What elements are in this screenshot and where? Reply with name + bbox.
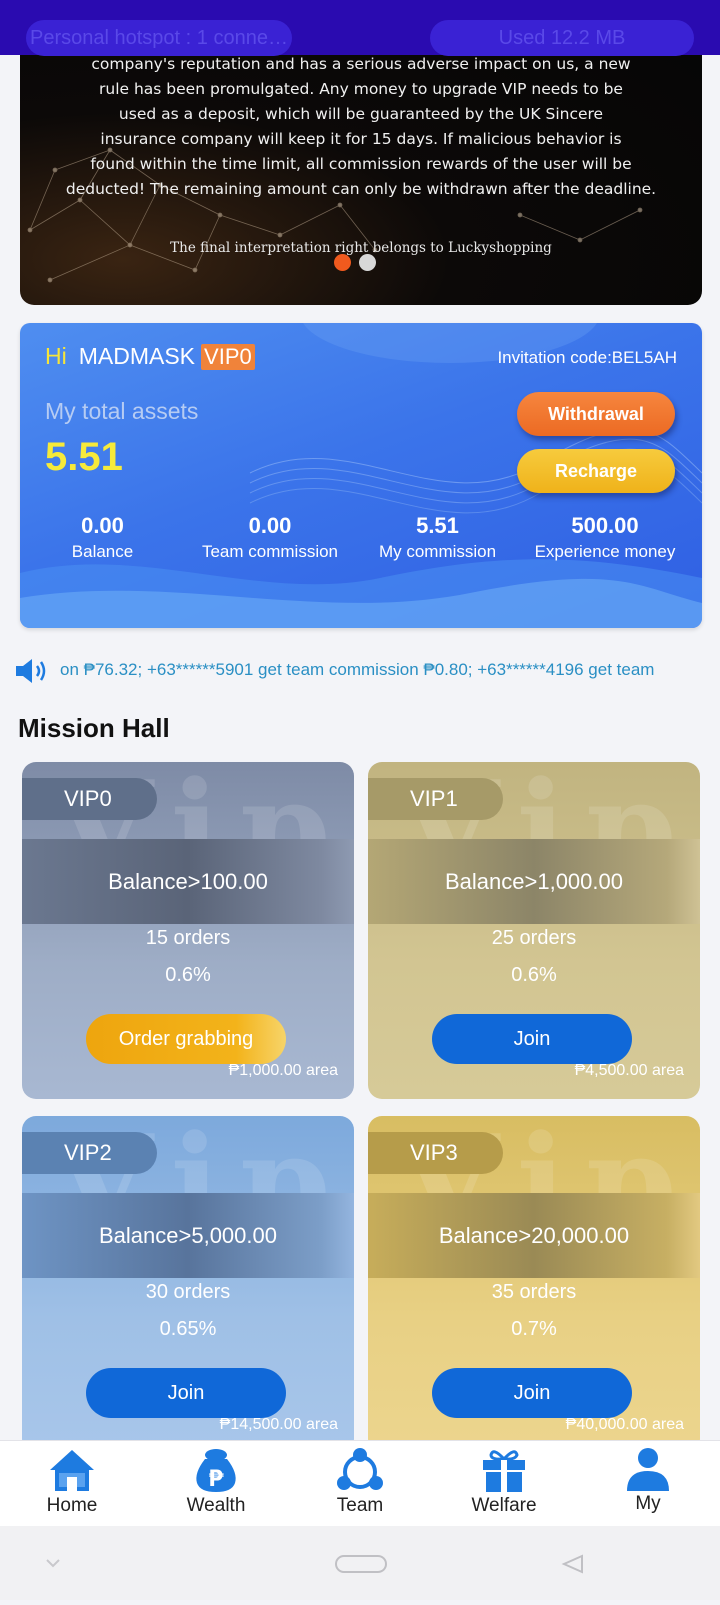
system-navigation-bar — [0, 1526, 720, 1600]
hotspot-pill[interactable]: Personal hotspot : 1 conne… — [26, 20, 292, 56]
nav-label: Wealth — [186, 1495, 246, 1516]
announcement-line: deducted! The remaining amount can only … — [65, 180, 657, 198]
vip-tag: VIP3 — [368, 1132, 503, 1174]
area-amount: ₱14,500.00 area — [219, 1416, 338, 1433]
order-grabbing-button[interactable]: Order grabbing — [86, 1014, 286, 1064]
join-button[interactable]: Join — [432, 1368, 632, 1418]
bottom-navigation: Home ₱ Wealth Team Welfare My — [0, 1440, 720, 1526]
stat-value: 500.00 — [571, 513, 639, 538]
system-nav-buttons — [46, 1554, 583, 1574]
svg-text:₱: ₱ — [208, 1467, 224, 1492]
vip-card-vip3[interactable]: Vip VIP3 Balance>20,000.00 35 orders 0.7… — [368, 1116, 700, 1453]
greeting: Hi MADMASK VIP0 — [45, 343, 255, 370]
area-amount: ₱1,000.00 area — [228, 1062, 338, 1079]
asset-card: Hi MADMASK VIP0 Invitation code:BEL5AH My … — [20, 323, 702, 628]
stat-label: My commission — [378, 542, 497, 561]
announcement-line: rule has been promulgated. Any money to … — [99, 80, 623, 98]
balance-requirement: Balance>5,000.00 — [22, 1193, 354, 1278]
home-icon — [50, 1450, 94, 1491]
vip-tag: VIP0 — [22, 778, 157, 820]
commission-rate: 0.7% — [511, 1318, 557, 1340]
nav-wealth[interactable]: ₱ Wealth — [161, 1447, 271, 1517]
wealth-bag-icon: ₱ — [196, 1449, 236, 1492]
invitation-code[interactable]: Invitation code:BEL5AH — [497, 348, 677, 368]
stat-balance: 0.00 Balance — [30, 513, 175, 562]
ticker-text: on ₱76.32; +63******5901 get team commis… — [60, 660, 655, 679]
vip-card-vip2[interactable]: Vip VIP2 Balance>5,000.00 30 orders 0.65… — [22, 1116, 354, 1453]
balance-requirement: Balance>1,000.00 — [368, 839, 700, 924]
order-count: 35 orders — [491, 1281, 577, 1303]
nav-home[interactable]: Home — [17, 1447, 127, 1517]
commission-rate: 0.6% — [511, 964, 557, 986]
area-amount: ₱4,500.00 area — [574, 1062, 684, 1079]
carousel-dot-active[interactable] — [334, 254, 351, 271]
nav-label: My — [635, 1493, 661, 1514]
nav-label: Team — [336, 1495, 384, 1516]
stat-team-commission: 0.00 Team commission — [180, 513, 360, 562]
nav-welfare[interactable]: Welfare — [449, 1447, 559, 1517]
nav-my[interactable]: My — [593, 1447, 703, 1515]
carousel-dot[interactable] — [359, 254, 376, 271]
username: MADMASK — [78, 343, 196, 369]
collapse-chevron-icon — [46, 1559, 60, 1568]
total-assets-label: My total assets — [45, 398, 199, 424]
person-icon — [627, 1448, 669, 1491]
stat-experience-money: 500.00 Experience money — [520, 513, 690, 562]
stat-label: Team commission — [201, 542, 339, 561]
join-button[interactable]: Join — [432, 1014, 632, 1064]
announcement-line: used as a deposit, which will be guarant… — [118, 105, 604, 123]
announcement-text: company's reputation and has a serious a… — [30, 52, 692, 202]
home-pill-icon — [335, 1555, 387, 1573]
data-usage-pill[interactable]: Used 12.2 MB — [430, 20, 694, 56]
nav-label: Home — [46, 1495, 98, 1516]
vip-card-vip0[interactable]: Vip VIP0 Balance>100.00 15 orders 0.6% O… — [22, 762, 354, 1099]
withdrawal-button[interactable]: Withdrawal — [517, 392, 675, 436]
order-count: 15 orders — [145, 927, 231, 949]
nav-label: Welfare — [471, 1495, 537, 1516]
greeting-hi: Hi — [45, 343, 67, 369]
stat-my-commission: 5.51 My commission — [360, 513, 515, 562]
join-button[interactable]: Join — [86, 1368, 286, 1418]
stat-value: 5.51 — [416, 513, 459, 538]
commission-rate: 0.65% — [159, 1318, 217, 1340]
stat-value: 0.00 — [81, 513, 124, 538]
notice-ticker: on ₱76.32; +63******5901 get team commis… — [0, 648, 720, 688]
total-assets-value: 5.51 — [45, 435, 123, 479]
announcement-line: insurance company will keep it for 15 da… — [100, 130, 622, 148]
recharge-button[interactable]: Recharge — [517, 449, 675, 493]
status-bar: Personal hotspot : 1 conne… Used 12.2 MB — [0, 0, 720, 56]
carousel-dots — [334, 254, 384, 276]
vip-card-vip1[interactable]: Vip VIP1 Balance>1,000.00 25 orders 0.6%… — [368, 762, 700, 1099]
commission-rate: 0.6% — [165, 964, 211, 986]
mission-hall-title: Mission Hall — [18, 713, 170, 743]
vip-badge: VIP0 — [201, 344, 255, 370]
area-amount: ₱40,000.00 area — [565, 1416, 684, 1433]
balance-requirement: Balance>20,000.00 — [368, 1193, 700, 1278]
balance-requirement: Balance>100.00 — [22, 839, 354, 924]
order-count: 30 orders — [145, 1281, 231, 1303]
speaker-icon — [16, 659, 46, 683]
team-icon — [337, 1448, 383, 1490]
announcement-line: found within the time limit, all commiss… — [90, 155, 632, 173]
back-triangle-icon — [561, 1554, 583, 1574]
stat-value: 0.00 — [248, 513, 292, 538]
vip-tag: VIP2 — [22, 1132, 157, 1174]
stat-label: Experience money — [534, 542, 676, 561]
nav-team[interactable]: Team — [305, 1447, 415, 1517]
gift-icon — [483, 1450, 525, 1492]
vip-tag: VIP1 — [368, 778, 503, 820]
order-count: 25 orders — [491, 927, 577, 949]
stat-label: Balance — [71, 542, 134, 561]
